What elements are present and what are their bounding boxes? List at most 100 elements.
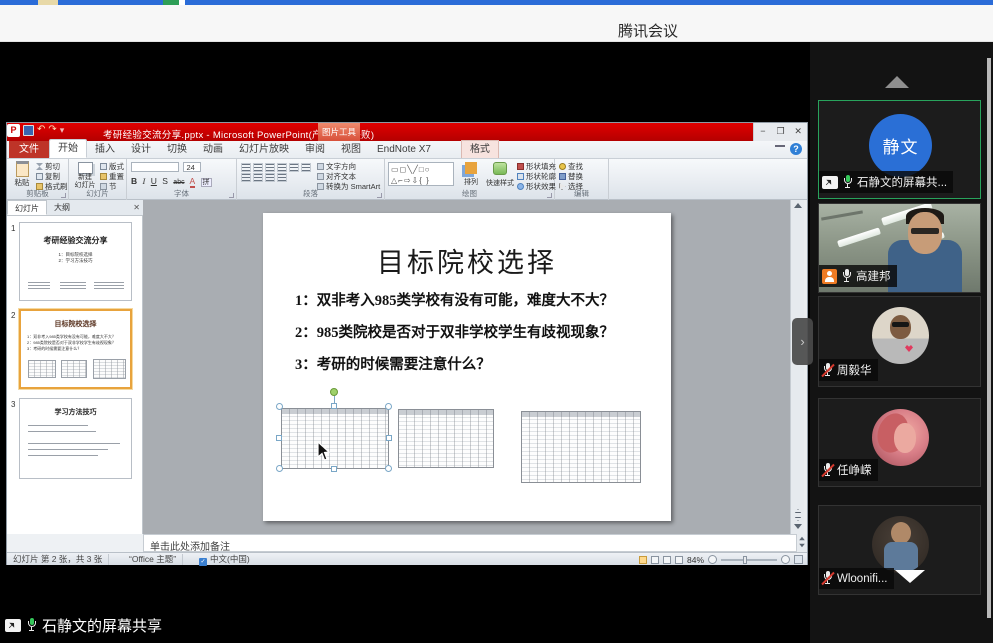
selection-handle[interactable] (331, 403, 337, 409)
tab-insert[interactable]: 插入 (87, 141, 123, 158)
tab-endnote[interactable]: EndNote X7 (369, 141, 439, 158)
layout-button[interactable]: 版式 (100, 162, 124, 171)
notes-pane[interactable]: 单击此处添加备注 (143, 534, 797, 552)
notes-scrollbar[interactable] (797, 534, 807, 552)
text-direction-button[interactable]: 文字方向 (317, 162, 380, 171)
dialog-launcher-icon[interactable] (229, 193, 234, 198)
new-slide-button[interactable]: 新建 幻灯片 (72, 162, 98, 190)
indent-increase-icon[interactable] (277, 163, 287, 172)
justify-icon[interactable] (265, 173, 275, 182)
dialog-launcher-icon[interactable] (61, 193, 66, 198)
underline-button[interactable]: U (151, 176, 157, 186)
participant-tile-renzhengrong[interactable]: 任峥嵘 (818, 398, 981, 487)
scroll-up-icon[interactable] (794, 203, 802, 208)
selection-handle[interactable] (385, 465, 392, 472)
bullets-icon[interactable] (241, 163, 251, 172)
tab-review[interactable]: 审阅 (297, 141, 333, 158)
tab-transitions[interactable]: 切换 (159, 141, 195, 158)
participant-tile-zhouyihua[interactable]: 周毅华 (818, 296, 981, 387)
help-icon[interactable]: ? (790, 143, 802, 155)
close-button[interactable]: ✕ (789, 123, 807, 141)
undo-icon[interactable]: ↶ (37, 124, 45, 136)
pane-tab-outline[interactable]: 大纲 (47, 200, 77, 215)
restore-button[interactable]: ❐ (772, 123, 790, 141)
current-slide[interactable]: 目标院校选择 1：双非考入985类学校有没有可能，难度大不大？ 2：985类院校… (263, 213, 671, 521)
slide-thumbnail-1[interactable]: 考研经验交流分享 1：目标院校选择 2：学习方法技巧 (19, 222, 132, 301)
selection-handle[interactable] (276, 465, 283, 472)
font-size-combo[interactable]: 24 (183, 162, 201, 172)
cut-button[interactable]: 剪切 (36, 162, 68, 171)
slide-thumbnail-3[interactable]: 学习方法技巧 (19, 398, 132, 479)
selection-handle[interactable] (276, 435, 282, 441)
redo-icon[interactable]: ↷ (48, 124, 56, 136)
participant-tile-gaojianbang[interactable]: 高建邦 (818, 203, 981, 293)
sidebar-scrollbar[interactable] (987, 58, 991, 618)
shape-outline-button[interactable]: 形状轮廓 (517, 172, 556, 181)
bold-button[interactable]: B (131, 176, 137, 186)
slide-sorter-view-button[interactable] (651, 556, 659, 564)
scroll-participants-up-icon[interactable] (885, 76, 909, 88)
table-image-1-selected[interactable] (281, 408, 389, 469)
line-spacing-icon[interactable] (289, 163, 299, 172)
dialog-launcher-icon[interactable] (547, 193, 552, 198)
tab-design[interactable]: 设计 (123, 141, 159, 158)
align-left-icon[interactable] (301, 163, 311, 172)
shape-fill-button[interactable]: 形状填充 (517, 162, 556, 171)
strikethrough-button[interactable]: abc (173, 179, 184, 186)
copy-button[interactable]: 复制 (36, 172, 68, 181)
sidebar-collapse-handle[interactable]: › (792, 318, 813, 365)
notes-placeholder[interactable]: 单击此处添加备注 (150, 538, 230, 553)
align-center-icon[interactable] (241, 173, 251, 182)
save-icon[interactable] (23, 125, 34, 136)
align-right-icon[interactable] (253, 173, 263, 182)
selection-handle[interactable] (386, 435, 392, 441)
slideshow-view-button[interactable] (675, 556, 683, 564)
align-text-button[interactable]: 对齐文本 (317, 172, 380, 181)
selection-handle[interactable] (385, 403, 392, 410)
zoom-slider[interactable] (721, 559, 777, 561)
dialog-launcher-icon[interactable] (377, 193, 382, 198)
zoom-out-button[interactable] (708, 555, 717, 564)
table-image-3[interactable] (521, 411, 641, 483)
tab-slideshow[interactable]: 幻灯片放映 (231, 141, 297, 158)
reset-button[interactable]: 重置 (100, 172, 124, 181)
zoom-in-button[interactable] (781, 555, 790, 564)
tab-view[interactable]: 视图 (333, 141, 369, 158)
slide-bullet-1[interactable]: 1：双非考入985类学校有没有可能，难度大不大？ (295, 289, 614, 310)
slide-scrollbar[interactable] (790, 200, 804, 534)
indent-decrease-icon[interactable] (265, 163, 275, 172)
pane-close-icon[interactable]: ✕ (133, 203, 140, 212)
slide-thumbnail-2-selected[interactable]: 目标院校选择 1：双非考入985类学校有没有可能，难度大不大？ 2：985类院校… (19, 309, 132, 389)
find-button[interactable]: 查找 (559, 162, 583, 171)
shapes-gallery[interactable]: ▭◻╲╱□○ △⌐⇨⇩{ } (388, 162, 454, 186)
ppt-titlebar[interactable]: P ↶ ↷ ▾ 考研经验交流分享.pptx - Microsoft PowerP… (7, 123, 807, 141)
qat-customize-icon[interactable]: ▾ (60, 125, 65, 136)
slide-title[interactable]: 目标院校选择 (263, 241, 671, 280)
tab-file[interactable]: 文件 (9, 141, 49, 158)
meeting-titlebar[interactable]: 腾讯会议 (0, 5, 993, 42)
powerpoint-logo-icon[interactable]: P (7, 124, 20, 137)
scroll-participants-down-icon[interactable] (895, 570, 925, 583)
rotate-handle[interactable] (330, 388, 338, 396)
replace-button[interactable]: 替换 (559, 172, 583, 181)
columns-icon[interactable] (277, 173, 287, 182)
next-slide-icon[interactable] (794, 516, 802, 521)
slide-bullet-2[interactable]: 2：985类院校是否对于双非学校学生有歧视现象？ (295, 321, 614, 342)
minimize-button[interactable]: − (754, 123, 772, 141)
paste-button[interactable]: 粘贴 (10, 161, 34, 189)
shadow-button[interactable]: S (162, 176, 168, 186)
table-image-2[interactable] (398, 409, 494, 468)
italic-button[interactable]: I (143, 176, 146, 186)
pinyin-button[interactable]: 拼 (201, 178, 212, 187)
selection-handle[interactable] (331, 466, 337, 472)
tab-format[interactable]: 格式 (461, 140, 499, 158)
participant-tile-shijingwen[interactable]: 静文 石静文的屏幕共... (818, 100, 981, 199)
slide-bullet-3[interactable]: 3：考研的时候需要注意什么？ (295, 353, 491, 374)
language-indicator[interactable]: ✓中文(中国) (193, 554, 256, 565)
fit-to-window-button[interactable] (794, 555, 803, 564)
reading-view-button[interactable] (663, 556, 671, 564)
normal-view-button[interactable] (639, 556, 647, 564)
tab-animations[interactable]: 动画 (195, 141, 231, 158)
quick-styles-button[interactable]: 快速样式 (485, 162, 515, 188)
pane-tab-slides[interactable]: 幻灯片 (7, 200, 47, 215)
